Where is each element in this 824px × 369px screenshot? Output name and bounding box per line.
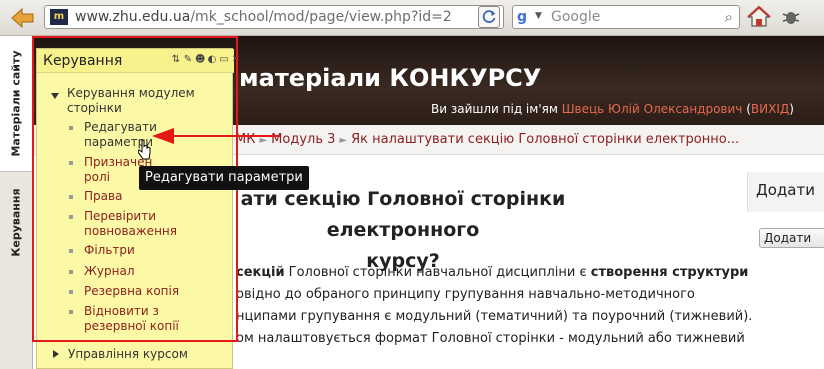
- bullet-icon: [69, 195, 73, 199]
- tab-site-materials[interactable]: Матеріали сайту: [0, 36, 33, 172]
- block-title: Керування: [43, 53, 123, 69]
- user-link[interactable]: Швець Юлій Олександрович: [562, 102, 743, 116]
- delete-icon[interactable]: ✕: [231, 54, 241, 66]
- tab-management[interactable]: Керування: [0, 172, 33, 272]
- bullet-icon: [69, 249, 73, 253]
- search-icon[interactable]: ⌕: [725, 8, 733, 26]
- bullet-icon: [69, 215, 73, 219]
- bullet-icon: [69, 310, 73, 314]
- bullet-icon: [69, 290, 73, 294]
- page-title: матеріали КОНКУРСУ: [239, 64, 542, 92]
- course-admin-node[interactable]: Управління курсом: [68, 347, 188, 362]
- firebug-icon[interactable]: [780, 6, 802, 28]
- add-button[interactable]: Додати: [759, 228, 824, 248]
- home-icon[interactable]: [746, 4, 772, 30]
- bullet-icon: [69, 270, 73, 274]
- search-bar[interactable]: g ▼ Google ⌕: [512, 5, 740, 29]
- add-block: Додати: [747, 172, 824, 212]
- side-tabs: Матеріали сайту Керування: [0, 36, 33, 369]
- breadcrumb-item[interactable]: Як налаштувати секцію Головної сторінки …: [351, 132, 739, 147]
- breadcrumb-item[interactable]: Модуль 3: [271, 132, 335, 147]
- logout-link[interactable]: ВИХІД: [751, 102, 789, 116]
- pointer-arrow-icon: [152, 128, 280, 144]
- bullet-icon: [69, 126, 73, 130]
- url-text[interactable]: www.zhu.edu.ua/mk_school/mod/page/view.p…: [75, 9, 475, 25]
- content-text: секцій Головної сторінки навчальної дисц…: [236, 265, 753, 346]
- backup-link[interactable]: Резервна копія: [84, 284, 179, 299]
- move-icon[interactable]: ⇅: [171, 54, 181, 66]
- permissions-link[interactable]: Права: [84, 189, 122, 204]
- divider: [69, 341, 217, 342]
- search-placeholder: Google: [551, 9, 601, 25]
- filters-link[interactable]: Фільтри: [84, 243, 135, 258]
- login-info: Ви зайшли під ім'ям Швець Юлій Олександр…: [431, 102, 794, 116]
- reload-icon[interactable]: [478, 6, 500, 28]
- logs-link[interactable]: Журнал: [84, 264, 135, 279]
- address-bar[interactable]: m www.zhu.edu.ua/mk_school/mod/page/view…: [44, 5, 504, 29]
- module-admin-node[interactable]: Керування модулем сторінки: [67, 86, 227, 116]
- bullet-icon: [69, 161, 73, 165]
- mouse-cursor-icon: [138, 139, 151, 160]
- chevron-down-icon[interactable]: ▼: [535, 11, 542, 21]
- browser-toolbar: m www.zhu.edu.ua/mk_school/mod/page/view…: [0, 0, 824, 36]
- block-header: Керування ⇅ ✎ ☻ ◐ ▭ ✕: [37, 49, 240, 73]
- dock-icon[interactable]: ▭: [219, 54, 229, 66]
- breadcrumb: МК ► Модуль 3 ► Як налаштувати секцію Головн…: [235, 132, 740, 147]
- check-permissions-link[interactable]: Перевірити повноваження: [84, 209, 194, 239]
- tooltip: Редагувати параметри: [139, 166, 309, 190]
- expanded-arrow-icon[interactable]: [51, 93, 59, 99]
- assign-roles-icon[interactable]: ☻: [195, 54, 205, 66]
- back-arrow-icon[interactable]: [8, 6, 36, 30]
- add-block-title: Додати: [756, 181, 815, 199]
- settings-block: Керування ⇅ ✎ ☻ ◐ ▭ ✕ Керування модулем …: [36, 48, 240, 369]
- collapsed-arrow-icon[interactable]: [53, 350, 59, 358]
- block-controls: ⇅ ✎ ☻ ◐ ▭ ✕: [171, 54, 241, 66]
- site-favicon-icon: m: [50, 9, 68, 25]
- restore-link[interactable]: Відновити з резервної копії: [84, 304, 194, 334]
- edit-icon[interactable]: ✎: [183, 54, 193, 66]
- hide-icon[interactable]: ◐: [207, 54, 217, 66]
- google-engine-icon[interactable]: g: [517, 9, 527, 25]
